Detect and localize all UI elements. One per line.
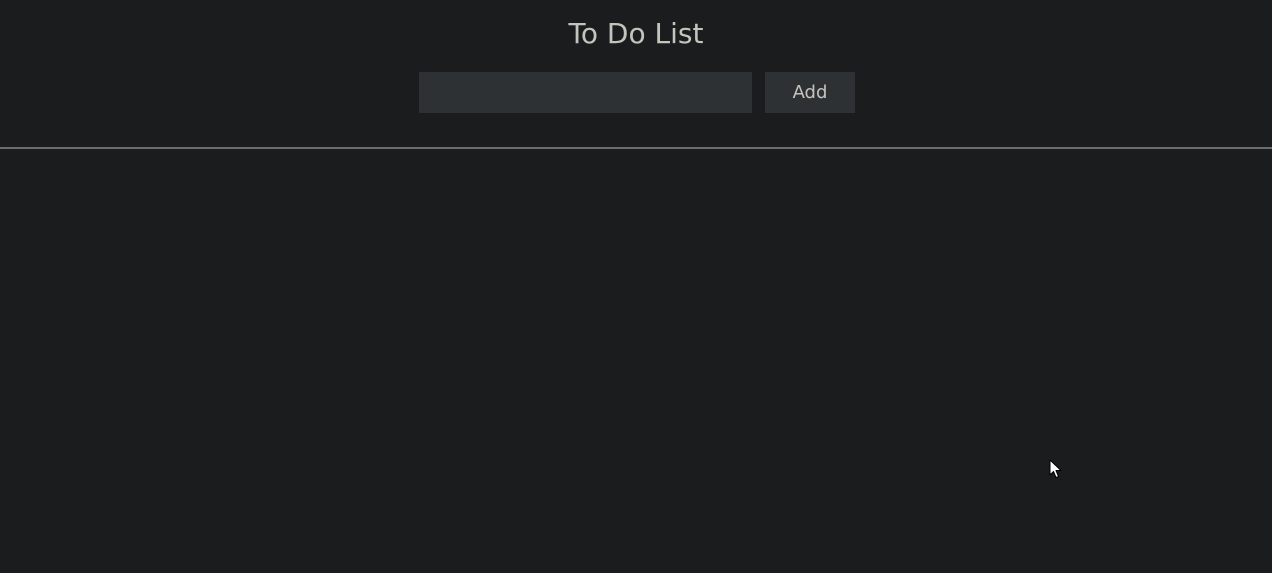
todo-list <box>0 150 1272 573</box>
todo-app: To Do List Add <box>0 0 1272 573</box>
page-title: To Do List <box>568 17 704 50</box>
task-input[interactable] <box>419 72 752 113</box>
mouse-pointer-icon <box>1049 459 1062 478</box>
divider <box>0 147 1272 149</box>
add-button[interactable]: Add <box>765 72 855 113</box>
